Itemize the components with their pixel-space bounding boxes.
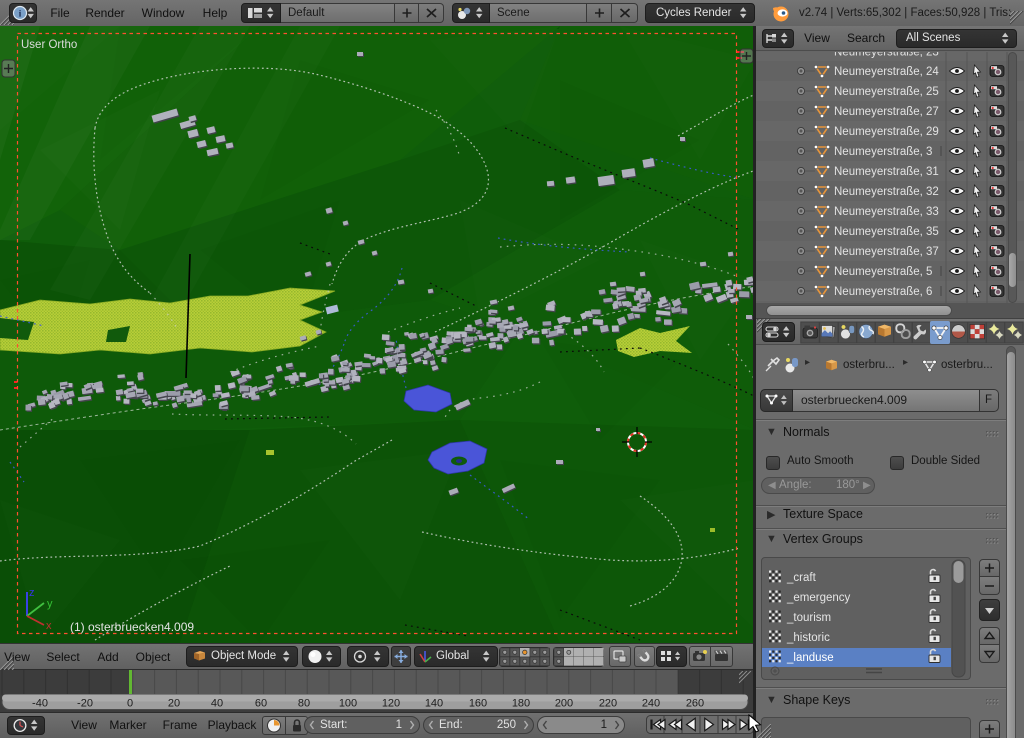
svg-text:80: 80 [298,698,310,710]
svg-text:Neumeyerstraße, 5: Neumeyerstraße, 5 [834,266,932,278]
svg-text:(1) osterbruecken4.009: (1) osterbruecken4.009 [70,620,194,634]
svg-text:120: 120 [382,698,400,710]
svg-text:Neumeyerstraße, 32: Neumeyerstraße, 32 [834,186,939,198]
svg-text:Neumeyerstraße, 3: Neumeyerstraße, 3 [834,146,932,158]
svg-text:180: 180 [512,698,530,710]
svg-text:-20: -20 [77,698,93,710]
svg-text:Neumeyerstraße, 29: Neumeyerstraße, 29 [834,126,939,138]
svg-text:z: z [29,587,35,599]
svg-text:0: 0 [127,698,133,710]
svg-text:240: 240 [642,698,660,710]
svg-text:y: y [47,598,53,610]
svg-text:Neumeyerstraße, 35: Neumeyerstraße, 35 [834,226,939,238]
svg-text:x: x [46,620,52,632]
svg-text:200: 200 [555,698,573,710]
svg-text:Neumeyerstraße, 6: Neumeyerstraße, 6 [834,286,932,298]
svg-text:User Ortho: User Ortho [21,39,77,51]
svg-text:40: 40 [211,698,223,710]
svg-text:Neumeyerstraße, 27: Neumeyerstraße, 27 [834,106,939,118]
svg-text:140: 140 [425,698,443,710]
svg-text:-40: -40 [32,698,48,710]
svg-text:Neumeyerstraße, 23: Neumeyerstraße, 23 [834,52,939,59]
svg-text:160: 160 [469,698,487,710]
svg-text:100: 100 [339,698,357,710]
svg-text:Neumeyerstraße, 25: Neumeyerstraße, 25 [834,86,939,98]
svg-text:Neumeyerstraße, 37: Neumeyerstraße, 37 [834,246,939,258]
svg-text:60: 60 [255,698,267,710]
svg-text:260: 260 [686,698,704,710]
svg-text:Neumeyerstraße, 24: Neumeyerstraße, 24 [834,66,939,78]
svg-text:20: 20 [168,698,180,710]
svg-text:Neumeyerstraße, 33: Neumeyerstraße, 33 [834,206,939,218]
svg-text:220: 220 [599,698,617,710]
svg-text:Neumeyerstraße, 31: Neumeyerstraße, 31 [834,166,939,178]
